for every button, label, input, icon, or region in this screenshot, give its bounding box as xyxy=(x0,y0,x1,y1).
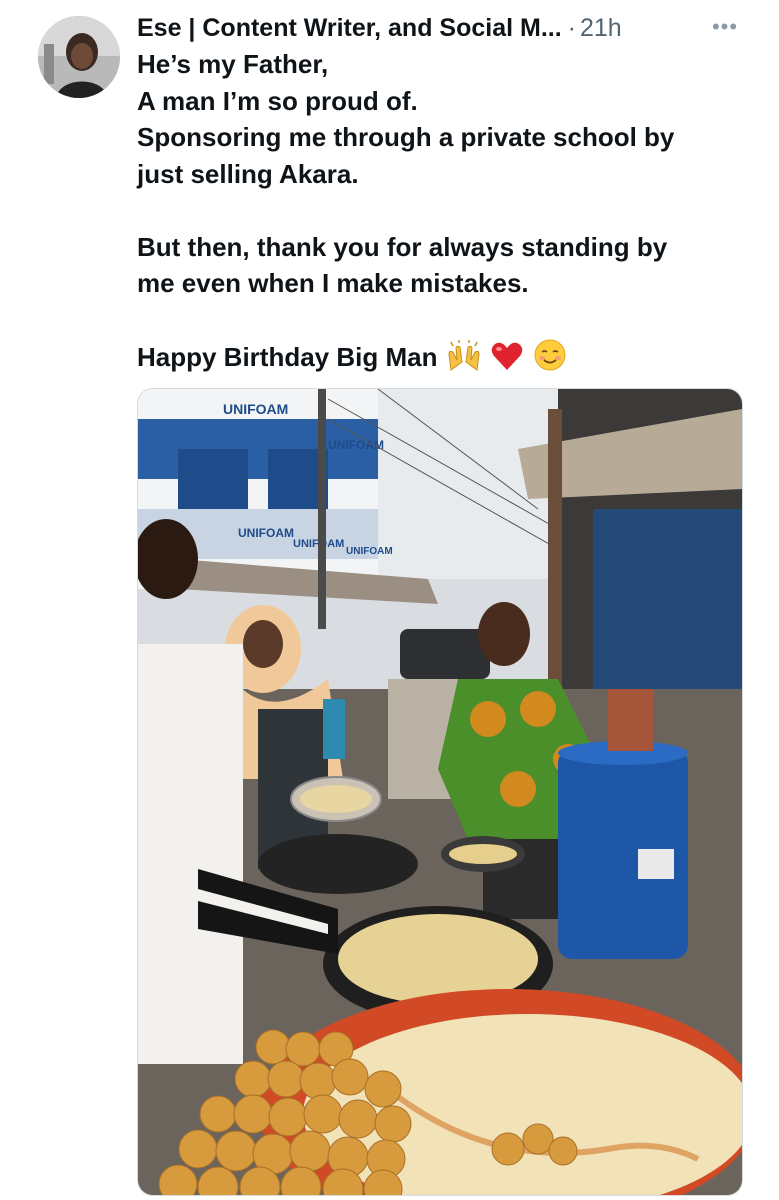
tweet-line: me even when I make mistakes. xyxy=(137,268,529,298)
tweet-text: He’s my Father, A man I’m so proud of. S… xyxy=(137,46,747,382)
tweet-header: Ese | Content Writer, and Social M... · … xyxy=(137,10,622,46)
tweet-line: Sponsoring me through a private school b… xyxy=(137,122,675,152)
sign-text: UNIFOAM xyxy=(223,401,288,417)
author-name[interactable]: Ese | Content Writer, and Social M... xyxy=(137,10,562,46)
timestamp[interactable]: 21h xyxy=(580,10,622,46)
tweet-line-last: Happy Birthday Big Man xyxy=(137,338,747,382)
sign-text: UNIFOAM xyxy=(346,546,393,557)
tweet-line: He’s my Father, xyxy=(137,49,329,79)
tweet-line: A man I’m so proud of. xyxy=(137,85,418,116)
tweet-line: just selling Akara. xyxy=(137,158,359,189)
avatar[interactable] xyxy=(38,16,120,98)
sign-text: UNIFOAM xyxy=(328,438,384,452)
separator: · xyxy=(567,14,576,42)
relieved-face-emoji xyxy=(533,338,567,382)
more-horizontal-icon: ••• xyxy=(711,14,739,39)
red-heart-emoji xyxy=(490,340,524,382)
raising-hands-emoji xyxy=(447,340,481,382)
tweet-line: But then, thank you for always standing … xyxy=(137,231,668,262)
tweet-photo[interactable]: UNIFOAM UNIFOAM UNIFOAM UNIFOAM UNIFOAM xyxy=(137,388,743,1196)
more-options-button[interactable]: ••• xyxy=(706,14,744,40)
tweet-line: Happy Birthday Big Man xyxy=(137,342,438,372)
sign-text: UNIFOAM xyxy=(238,526,294,540)
